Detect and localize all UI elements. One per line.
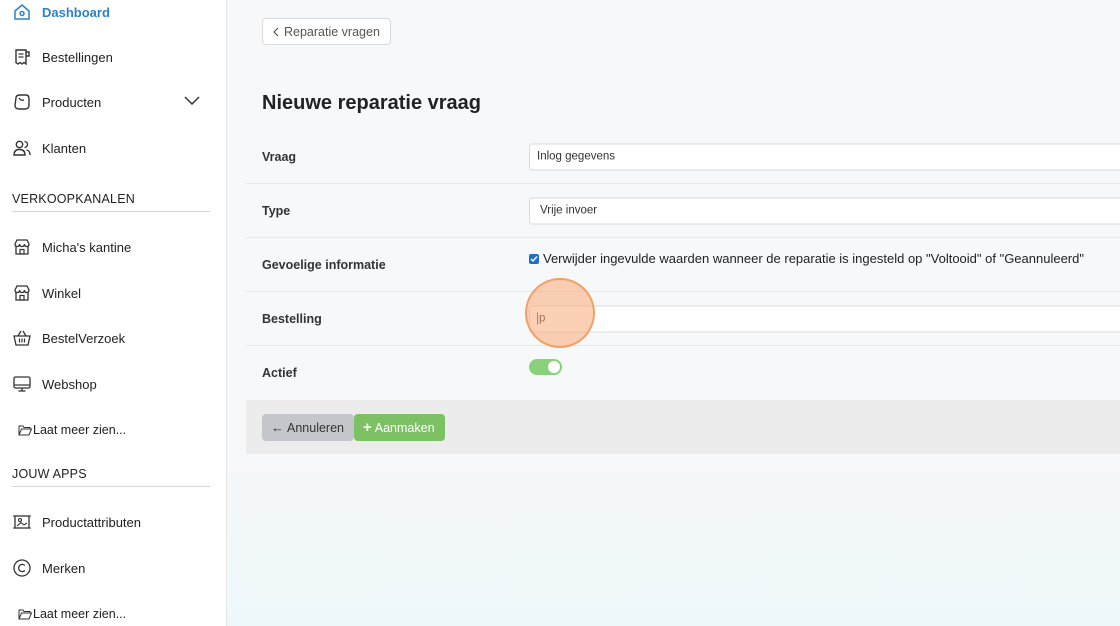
sidebar-item-label: Productattributen xyxy=(42,514,142,530)
field-label: Actief xyxy=(262,366,297,380)
sidebar-item-dashboard[interactable]: Dashboard xyxy=(12,0,210,27)
main-content: Reparatie vragen Nieuwe reparatie vraag … xyxy=(227,0,1120,626)
copyright-icon xyxy=(12,558,32,578)
cancel-button-label: Annuleren xyxy=(287,420,344,435)
sidebar-item-webshop[interactable]: Webshop xyxy=(12,369,210,399)
sidebar-item-label: Webshop xyxy=(42,376,97,392)
store-icon xyxy=(12,283,32,303)
field-label: Bestelling xyxy=(262,311,322,326)
plus-icon: + xyxy=(363,419,372,436)
sidebar-item-bestellingen[interactable]: Bestellingen xyxy=(12,42,210,72)
clear-values-checkbox[interactable] xyxy=(529,253,539,264)
form-row-vraag: Vraag Inlog gegevens xyxy=(246,130,1120,184)
sidebar-item-klanten[interactable]: Klanten xyxy=(12,133,210,163)
form-row-actief: Actief xyxy=(246,346,1120,400)
vraag-input[interactable]: Inlog gegevens xyxy=(529,143,1120,170)
box-icon xyxy=(12,92,32,112)
checkbox-label: Verwijder ingevulde waarden wanneer de r… xyxy=(543,251,1084,266)
show-more-label: Laat meer zien... xyxy=(33,607,127,621)
actief-toggle[interactable] xyxy=(529,359,562,375)
section-title-verkoopkanalen: VERKOOPKANALEN xyxy=(12,192,210,212)
bestelling-input-value: p xyxy=(539,312,546,325)
type-select[interactable]: Vrije invoer xyxy=(529,197,1120,224)
receipt-icon xyxy=(12,47,32,67)
sidebar-item-productattributen[interactable]: Productattributen xyxy=(12,507,210,537)
text-caret xyxy=(537,312,538,325)
show-more-link-channels[interactable]: Laat meer zien... xyxy=(18,423,126,437)
form-row-bestelling: Bestelling p xyxy=(246,292,1120,346)
create-button-label: Aanmaken xyxy=(374,420,435,435)
clear-values-checkbox-wrap[interactable]: Verwijder ingevulde waarden wanneer de r… xyxy=(529,251,1084,266)
section-title-jouw-apps: JOUW APPS xyxy=(12,467,210,487)
page-title: Nieuwe reparatie vraag xyxy=(262,92,481,114)
toggle-knob xyxy=(548,361,560,373)
sidebar-item-label: BestelVerzoek xyxy=(42,330,126,346)
back-button-label: Reparatie vragen xyxy=(284,24,380,39)
store-icon xyxy=(12,237,32,257)
cancel-button[interactable]: ← Annuleren xyxy=(262,414,354,441)
chevron-down-icon[interactable] xyxy=(184,95,200,107)
sidebar-item-label: Merken xyxy=(42,560,86,576)
bestelling-input[interactable]: p xyxy=(529,305,1120,332)
attributes-icon xyxy=(12,512,32,532)
sidebar-item-label: Winkel xyxy=(42,285,82,301)
basket-icon xyxy=(12,328,32,348)
sidebar-item-label: Bestellingen xyxy=(42,49,113,65)
sidebar-item-bestelverzoek[interactable]: BestelVerzoek xyxy=(12,323,210,353)
field-label: Vraag xyxy=(262,149,297,164)
show-more-link-apps[interactable]: Laat meer zien... xyxy=(18,607,126,621)
users-icon xyxy=(12,138,32,158)
field-label: Type xyxy=(262,203,291,218)
check-icon xyxy=(530,255,538,262)
home-icon xyxy=(12,2,32,22)
create-button[interactable]: + Aanmaken xyxy=(354,414,445,441)
sidebar-item-label: Producten xyxy=(42,94,102,110)
sidebar-item-label: Klanten xyxy=(42,140,87,156)
sidebar: Dashboard Bestellingen Producten Klanten… xyxy=(0,0,227,626)
folder-open-icon xyxy=(18,609,32,620)
form-row-type: Type Vrije invoer xyxy=(246,184,1120,238)
folder-open-icon xyxy=(18,425,32,436)
field-label: Gevoelige informatie xyxy=(262,257,386,272)
sidebar-item-label: Micha's kantine xyxy=(42,239,132,255)
arrow-left-icon: ← xyxy=(271,420,284,435)
sidebar-item-merken[interactable]: Merken xyxy=(12,553,210,583)
back-button[interactable]: Reparatie vragen xyxy=(262,18,391,45)
sidebar-item-label: Dashboard xyxy=(42,4,110,20)
form-row-gevoelige-informatie: Gevoelige informatie Verwijder ingevulde… xyxy=(246,238,1120,292)
sidebar-item-winkel[interactable]: Winkel xyxy=(12,278,210,308)
chevron-left-icon xyxy=(273,27,279,36)
sidebar-item-michas-kantine[interactable]: Micha's kantine xyxy=(12,232,210,262)
show-more-label: Laat meer zien... xyxy=(33,423,127,437)
sidebar-item-producten[interactable]: Producten xyxy=(12,87,210,117)
form-actions-bar: ← Annuleren + Aanmaken xyxy=(246,400,1120,454)
monitor-icon xyxy=(12,374,32,394)
